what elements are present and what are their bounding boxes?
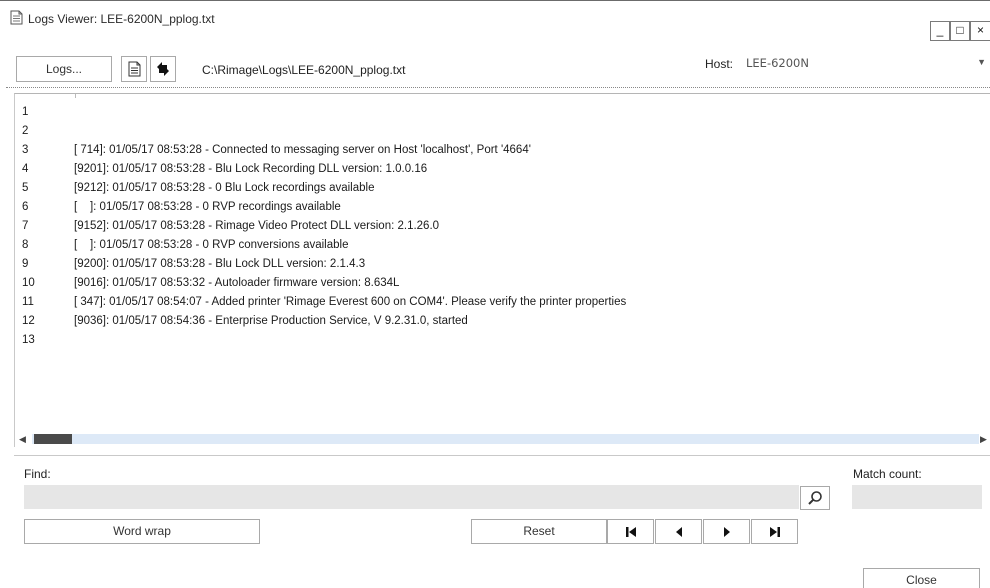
log-text-area[interactable]: 1 2 3 [ 714]: 01/05/17 08:53:28 - Connect…: [14, 93, 990, 447]
line-text: [ 714]: 01/05/17 08:53:28 - Connected to…: [74, 144, 531, 156]
scroll-left-icon[interactable]: ◀: [19, 434, 26, 445]
document-icon: [10, 10, 23, 25]
line-text: [9036]: 01/05/17 08:54:36 - Enterprise P…: [74, 315, 468, 327]
line-number: 1: [22, 106, 29, 118]
match-count-label: Match count:: [853, 467, 922, 481]
toolbar-divider: [6, 87, 990, 88]
line-number: 4: [22, 163, 29, 175]
next-icon: [723, 526, 730, 537]
host-label: Host:: [705, 57, 734, 71]
logs-button[interactable]: Logs...: [16, 56, 112, 82]
title-bar: Logs Viewer: LEE-6200N_pplog.txt _ □ ×: [0, 1, 990, 41]
line-number: 9: [22, 258, 29, 270]
line-text: [9152]: 01/05/17 08:53:28 - Rimage Video…: [74, 220, 440, 232]
line-text: [ ]: 01/05/17 08:53:28 - 0 RVP conversio…: [74, 239, 349, 251]
line-text: [ ]: 01/05/17 08:53:28 - 0 RVP recording…: [74, 201, 341, 213]
last-match-button[interactable]: [751, 519, 798, 544]
line-number: 12: [22, 315, 35, 327]
scrollbar-track[interactable]: [32, 434, 979, 444]
log-file-path: C:\Rimage\Logs\LEE-6200N_pplog.txt: [202, 63, 406, 77]
horizontal-scrollbar[interactable]: ◀ ▶: [15, 431, 990, 447]
line-number: 10: [22, 277, 35, 289]
line-number: 5: [22, 182, 29, 194]
last-icon: [769, 526, 780, 537]
line-number: 13: [22, 334, 35, 346]
line-number: 2: [22, 125, 29, 137]
find-panel: Find: Match count: Word wrap Reset: [14, 455, 990, 555]
minimize-button[interactable]: _: [930, 21, 950, 41]
refresh-log-button[interactable]: [150, 56, 176, 82]
first-icon: [625, 526, 636, 537]
previous-icon: [675, 526, 682, 537]
reset-button[interactable]: Reset: [471, 519, 607, 544]
line-number: 3: [22, 144, 29, 156]
next-match-button[interactable]: [703, 519, 750, 544]
host-value: LEE-6200N: [746, 56, 809, 70]
line-number: 6: [22, 201, 29, 213]
magnifier-icon: [808, 491, 822, 505]
find-label: Find:: [24, 467, 51, 481]
document-icon: [128, 61, 140, 77]
scroll-right-icon[interactable]: ▶: [980, 434, 987, 445]
line-number: 11: [22, 296, 34, 308]
open-log-document-button[interactable]: [121, 56, 147, 82]
close-button[interactable]: Close: [863, 568, 980, 588]
column-marker: [75, 94, 76, 98]
line-number: 8: [22, 239, 29, 251]
first-match-button[interactable]: [607, 519, 654, 544]
close-window-button[interactable]: ×: [970, 21, 990, 41]
logs-viewer-window: Logs Viewer: LEE-6200N_pplog.txt _ □ × L…: [0, 0, 990, 588]
swap-arrows-icon: [157, 62, 169, 76]
match-count-value: [852, 485, 982, 509]
previous-match-button[interactable]: [655, 519, 702, 544]
line-text: [9212]: 01/05/17 08:53:28 - 0 Blu Lock r…: [74, 182, 375, 194]
scrollbar-thumb[interactable]: [34, 434, 72, 444]
word-wrap-button[interactable]: Word wrap: [24, 519, 260, 544]
line-text: [9201]: 01/05/17 08:53:28 - Blu Lock Rec…: [74, 163, 428, 175]
host-dropdown[interactable]: LEE-6200N ▼: [740, 52, 990, 76]
line-text: [ 347]: 01/05/17 08:54:07 - Added printe…: [74, 296, 627, 308]
line-number: 7: [22, 220, 29, 232]
window-title: Logs Viewer: LEE-6200N_pplog.txt: [28, 12, 215, 26]
line-text: [9016]: 01/05/17 08:53:32 - Autoloader f…: [74, 277, 400, 289]
find-input[interactable]: [24, 485, 799, 509]
maximize-button[interactable]: □: [950, 21, 970, 41]
chevron-down-icon: ▼: [977, 57, 986, 67]
search-button[interactable]: [800, 486, 830, 510]
line-text: [9200]: 01/05/17 08:53:28 - Blu Lock DLL…: [74, 258, 366, 270]
